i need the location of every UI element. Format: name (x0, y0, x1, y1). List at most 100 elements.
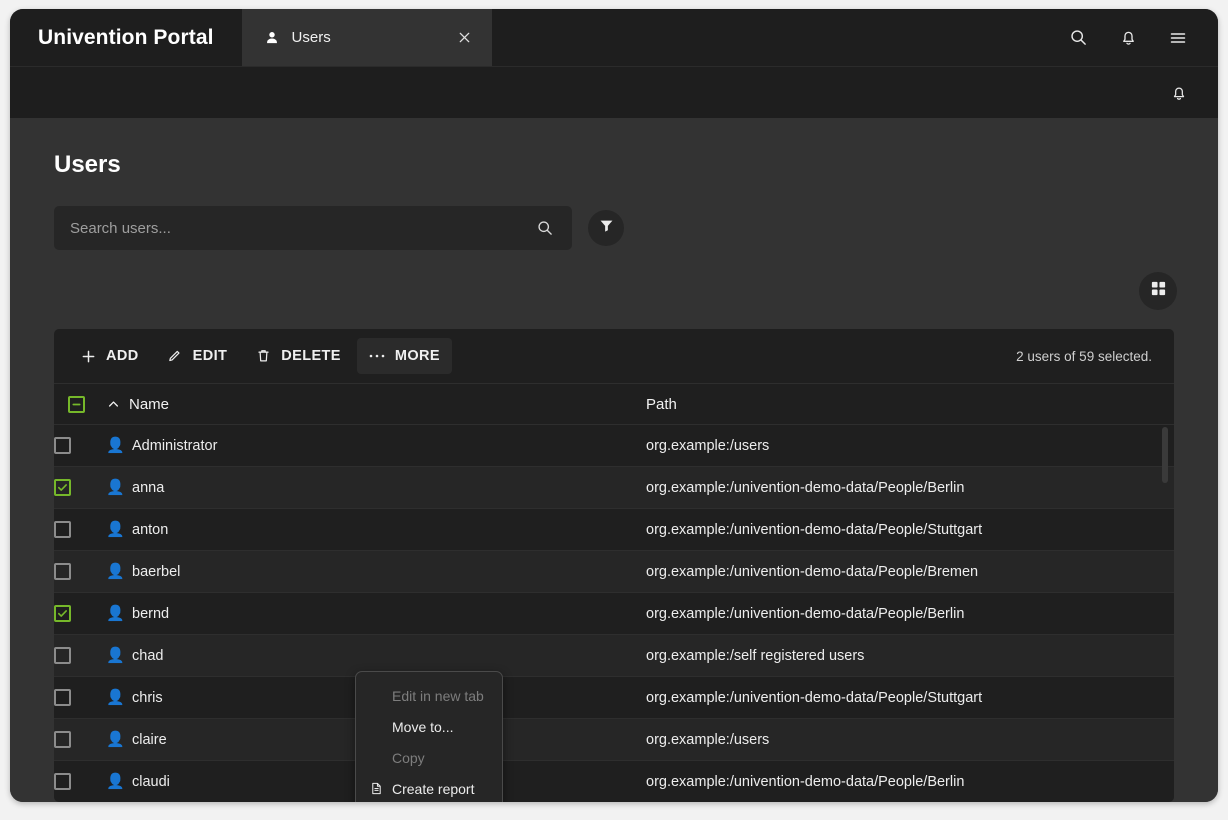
row-checkbox-cell (54, 634, 106, 677)
pencil-icon (167, 348, 184, 365)
table-row[interactable]: 👤 bernd org.example:/univention-demo-data/… (54, 592, 1174, 635)
user-icon: 👤 (106, 773, 125, 790)
more-menu-item[interactable]: Create report (356, 773, 502, 802)
row-name-wrapper: 👤 baerbel (106, 551, 646, 592)
row-name-cell: 👤 Administrator (106, 424, 646, 467)
add-button-label: ADD (106, 348, 139, 364)
delete-button[interactable]: DELETE (243, 338, 353, 374)
table-vertical-scrollbar[interactable] (1162, 427, 1168, 483)
view-mode-row (44, 272, 1184, 310)
row-checkbox-cell (54, 760, 106, 802)
row-checkbox[interactable] (54, 773, 71, 790)
row-path-cell: org.example:/univention-demo-data/People… (646, 550, 1174, 593)
row-path-cell: org.example:/self registered users (646, 634, 1174, 677)
row-path-cell: org.example:/univention-demo-data/People… (646, 760, 1174, 802)
add-button[interactable]: ADD (68, 338, 151, 374)
search-icon[interactable] (534, 217, 556, 239)
table-row[interactable]: 👤 anton org.example:/univention-demo-data/… (54, 508, 1174, 551)
top-header-bar: Univention Portal Users (10, 9, 1218, 66)
path-header-wrapper: Path (646, 396, 1174, 413)
row-path-label: org.example:/users (646, 731, 770, 748)
grid-view-toggle-button[interactable] (1139, 272, 1177, 310)
table-row[interactable]: 👤 claire org.example:/users (54, 718, 1174, 761)
user-icon: 👤 (106, 479, 125, 496)
row-checkbox-cell (54, 424, 106, 467)
plus-icon (80, 348, 97, 365)
user-icon: 👤 (106, 647, 125, 664)
row-checkbox-cell (54, 676, 106, 719)
tab-label: Users (291, 29, 331, 46)
path-column-header[interactable]: Path (646, 383, 1174, 425)
row-checkbox[interactable] (54, 605, 71, 622)
user-icon: 👤 (106, 605, 125, 622)
row-checkbox[interactable] (54, 437, 71, 454)
select-all-wrapper (54, 395, 106, 413)
row-path-label: org.example:/univention-demo-data/People… (646, 521, 983, 538)
select-all-checkbox[interactable] (68, 395, 85, 413)
more-menu-item-label: Create report (392, 780, 475, 797)
table-row[interactable]: 👤 chad org.example:/self registered users (54, 634, 1174, 677)
table-row[interactable]: 👤 chris org.example:/univention-demo-data/… (54, 676, 1174, 719)
table-body: 👤 Administrator org.example:/users 👤 anna org… (54, 424, 1174, 802)
edit-button[interactable]: EDIT (155, 338, 240, 374)
table-row[interactable]: 👤 anna org.example:/univention-demo-data/P… (54, 466, 1174, 509)
row-path-label: org.example:/self registered users (646, 647, 865, 664)
table-row[interactable]: 👤 Administrator org.example:/users (54, 424, 1174, 467)
name-header-wrapper: Name (106, 396, 646, 413)
row-path-cell: org.example:/users (646, 424, 1174, 467)
row-checkbox[interactable] (54, 647, 71, 664)
filter-button[interactable] (588, 210, 624, 246)
delete-button-label: DELETE (281, 348, 341, 364)
notifications-icon[interactable] (1117, 27, 1139, 49)
table-head: Name Path (54, 383, 1174, 425)
tab-users[interactable]: Users (241, 9, 492, 66)
row-path-cell: org.example:/users (646, 718, 1174, 761)
row-checkbox[interactable] (54, 731, 71, 748)
row-name-label: bernd (132, 605, 170, 622)
row-name-wrapper: 👤 anna (106, 467, 646, 508)
row-name-wrapper: 👤 chad (106, 635, 646, 676)
more-button-label: MORE (394, 348, 440, 364)
document-icon (369, 781, 384, 796)
more-button[interactable]: MORE (356, 338, 452, 374)
more-menu-item[interactable]: Move to... (356, 711, 502, 742)
row-checkbox-cell (54, 550, 106, 593)
table-row[interactable]: 👤 claudi org.example:/univention-demo-data… (54, 760, 1174, 802)
row-checkbox[interactable] (54, 479, 71, 496)
search-input[interactable] (70, 219, 534, 237)
row-path-label: org.example:/univention-demo-data/People… (646, 605, 965, 622)
table-row[interactable]: 👤 baerbel org.example:/univention-demo-dat… (54, 550, 1174, 593)
notification-subbar (10, 66, 1218, 118)
row-checkbox-cell (54, 508, 106, 551)
close-icon[interactable] (456, 29, 474, 47)
table-header-row: Name Path (54, 383, 1174, 425)
user-icon: 👤 (106, 563, 125, 580)
hamburger-menu-icon[interactable] (1167, 27, 1189, 49)
row-name-wrapper: 👤 anton (106, 509, 646, 550)
table-toolbar: ADD EDIT DELETE MORE 2 users of 59 selec… (54, 329, 1174, 383)
ellipsis-icon (369, 348, 386, 365)
row-checkbox[interactable] (54, 521, 71, 538)
row-name-cell: 👤 baerbel (106, 550, 646, 593)
row-checkbox[interactable] (54, 689, 71, 706)
row-name-label: baerbel (132, 563, 181, 580)
row-name-cell: 👤 bernd (106, 592, 646, 635)
row-name-label: Administrator (132, 437, 218, 454)
row-path-label: org.example:/univention-demo-data/People… (646, 689, 983, 706)
row-checkbox-cell (54, 592, 106, 635)
row-checkbox-cell (54, 466, 106, 509)
grid-view-icon (1150, 280, 1167, 302)
search-box[interactable] (54, 206, 572, 250)
row-name-label: chris (132, 689, 163, 706)
main-content: Users Search users... ADD EDIT DELETE MO… (10, 118, 1218, 802)
search-icon[interactable] (1067, 27, 1089, 49)
row-checkbox[interactable] (54, 563, 71, 580)
row-name-wrapper: 👤 bernd (106, 593, 646, 634)
row-path-cell: org.example:/univention-demo-data/People… (646, 508, 1174, 551)
name-column-header[interactable]: Name (106, 383, 646, 425)
more-menu-item-label: Move to... (392, 718, 454, 735)
row-name-cell: 👤 anton (106, 508, 646, 551)
name-column-label: Name (129, 395, 170, 413)
bell-icon[interactable] (1168, 82, 1190, 104)
